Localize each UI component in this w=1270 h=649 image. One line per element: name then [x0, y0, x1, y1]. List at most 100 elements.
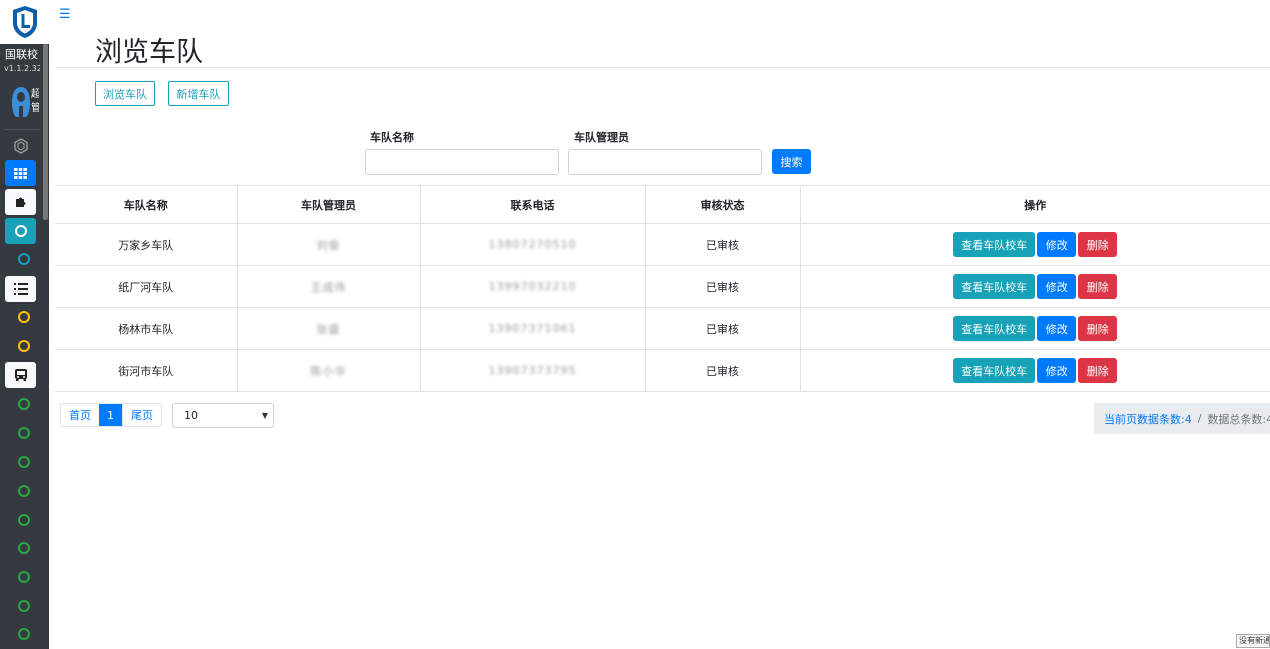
circle-icon[interactable] — [18, 571, 30, 583]
column-header-phone: 联系电话 — [419, 185, 645, 224]
circle-icon[interactable] — [18, 398, 30, 410]
audit-status-cell: 已审核 — [644, 265, 800, 308]
circle-icon[interactable] — [18, 253, 30, 265]
fleet-phone-cell: 13807270510 — [419, 223, 645, 266]
audit-status-cell: 已审核 — [644, 307, 800, 350]
table-row: 街河市车队 陈小华 13907373795 已审核 查看车队校车 修改 删除 — [55, 349, 1270, 392]
fleet-name-cell: 纸厂河车队 — [55, 265, 237, 308]
delete-button[interactable]: 删除 — [1078, 274, 1118, 299]
record-count: 当前页数据条数:4 / 数据总条数:4 — [1094, 403, 1270, 434]
page-size-value: 10 — [184, 409, 198, 422]
total-count: 数据总条数:4 — [1207, 412, 1270, 426]
fleet-manager-cell: 陈小华 — [236, 349, 420, 392]
grid-icon — [14, 167, 27, 179]
table-row: 万家乡车队 刘俊 13807270510 已审核 查看车队校车 修改 删除 — [55, 223, 1270, 266]
fleet-name-label: 车队名称 — [370, 131, 414, 144]
menu-toggle-icon[interactable]: ☰ — [59, 8, 71, 21]
avatar-icon — [12, 87, 30, 117]
view-buses-button[interactable]: 查看车队校车 — [953, 274, 1036, 299]
shield-logo-icon — [12, 6, 37, 38]
avatar-name: 超管 — [31, 89, 39, 114]
view-buses-button[interactable]: 查看车队校车 — [953, 232, 1036, 257]
circle-icon[interactable] — [18, 485, 30, 497]
current-page-count: 当前页数据条数:4 — [1104, 412, 1192, 426]
circle-icon — [14, 225, 27, 237]
circle-icon[interactable] — [18, 340, 30, 352]
table-row: 纸厂河车队 王成伟 13997032210 已审核 查看车队校车 修改 删除 — [55, 265, 1270, 308]
sidebar-item-bus[interactable] — [5, 362, 36, 388]
logo[interactable] — [0, 0, 49, 44]
audit-status-cell: 已审核 — [644, 349, 800, 392]
actions-cell: 查看车队校车 修改 删除 — [799, 349, 1270, 392]
circle-icon[interactable] — [18, 542, 30, 554]
circle-icon[interactable] — [18, 456, 30, 468]
delete-button[interactable]: 删除 — [1078, 316, 1118, 341]
column-header-manager: 车队管理员 — [236, 185, 420, 224]
delete-button[interactable]: 删除 — [1078, 232, 1118, 257]
fleet-name-cell: 杨林市车队 — [55, 307, 237, 350]
view-buses-button[interactable]: 查看车队校车 — [953, 358, 1036, 383]
sidebar-item-active[interactable] — [5, 218, 36, 244]
column-header-actions: 操作 — [799, 185, 1270, 224]
brand-name: 国联校 — [5, 48, 38, 61]
actions-cell: 查看车队校车 修改 删除 — [799, 265, 1270, 308]
fleet-manager-input[interactable] — [568, 149, 762, 175]
manager-name: 王成伟 — [310, 280, 347, 294]
edit-button[interactable]: 修改 — [1037, 274, 1077, 299]
audit-status-cell: 已审核 — [644, 223, 800, 266]
search-button[interactable]: 搜索 — [772, 149, 811, 174]
edit-button[interactable]: 修改 — [1037, 316, 1077, 341]
table-header-row: 车队名称 车队管理员 联系电话 审核状态 操作 — [55, 185, 1270, 224]
last-page-link[interactable]: 尾页 — [122, 404, 161, 426]
fleet-name-input[interactable] — [365, 149, 559, 175]
fleet-manager-label: 车队管理员 — [574, 131, 629, 144]
manager-name: 张盛 — [316, 322, 341, 336]
sidebar-scrollbar[interactable] — [43, 44, 48, 220]
manager-name: 刘俊 — [316, 238, 341, 252]
current-page[interactable]: 1 — [99, 404, 122, 426]
add-fleet-button[interactable]: 新增车队 — [168, 81, 229, 106]
circle-icon[interactable] — [18, 600, 30, 612]
view-buses-button[interactable]: 查看车队校车 — [953, 316, 1036, 341]
delete-button[interactable]: 删除 — [1078, 358, 1118, 383]
bus-icon — [14, 369, 27, 381]
circle-icon[interactable] — [18, 311, 30, 323]
brand-version: v1.1.2.32 — [4, 64, 40, 73]
fleet-manager-cell: 王成伟 — [236, 265, 420, 308]
fleet-name-cell: 万家乡车队 — [55, 223, 237, 266]
table-row: 杨林市车队 张盛 13907371061 已审核 查看车队校车 修改 删除 — [55, 307, 1270, 350]
circle-icon[interactable] — [18, 514, 30, 526]
column-header-status: 审核状态 — [644, 185, 800, 224]
caret-down-icon: ▼ — [261, 411, 268, 420]
fleet-manager-cell: 刘俊 — [236, 223, 420, 266]
sidebar: 国联校 v1.1.2.32 超管 — [0, 0, 49, 649]
phone-number: 13997032210 — [488, 280, 577, 293]
notification-status: 没有新通知 — [1236, 634, 1270, 648]
phone-number: 13807270510 — [488, 238, 577, 251]
browse-fleet-button[interactable]: 浏览车队 — [95, 81, 155, 106]
sidebar-item-grid[interactable] — [5, 160, 36, 186]
phone-number: 13907371061 — [488, 322, 577, 335]
circle-icon[interactable] — [18, 427, 30, 439]
actions-cell: 查看车队校车 修改 删除 — [799, 223, 1270, 266]
first-page-link[interactable]: 首页 — [61, 404, 99, 426]
edit-button[interactable]: 修改 — [1037, 232, 1077, 257]
page-size-select[interactable]: 10 ▼ — [172, 403, 274, 428]
edit-button[interactable]: 修改 — [1037, 358, 1077, 383]
list-icon — [13, 283, 28, 295]
fleet-table: 车队名称 车队管理员 联系电话 审核状态 操作 万家乡车队 刘俊 1380727… — [55, 185, 1270, 392]
fleet-phone-cell: 13907373795 — [419, 349, 645, 392]
circle-icon[interactable] — [18, 628, 30, 640]
sidebar-item-plugins[interactable] — [5, 189, 36, 215]
manager-name: 陈小华 — [310, 364, 347, 378]
fleet-manager-cell: 张盛 — [236, 307, 420, 350]
pagination: 首页 1 尾页 — [60, 403, 162, 427]
sidebar-item-dashboard[interactable] — [5, 133, 36, 159]
count-separator: / — [1197, 412, 1202, 425]
phone-number: 13907373795 — [488, 364, 577, 377]
sidebar-item-list[interactable] — [5, 276, 36, 302]
fleet-phone-cell: 13997032210 — [419, 265, 645, 308]
page-title: 浏览车队 — [95, 37, 203, 68]
column-header-name: 车队名称 — [55, 185, 237, 224]
fleet-name-cell: 街河市车队 — [55, 349, 237, 392]
